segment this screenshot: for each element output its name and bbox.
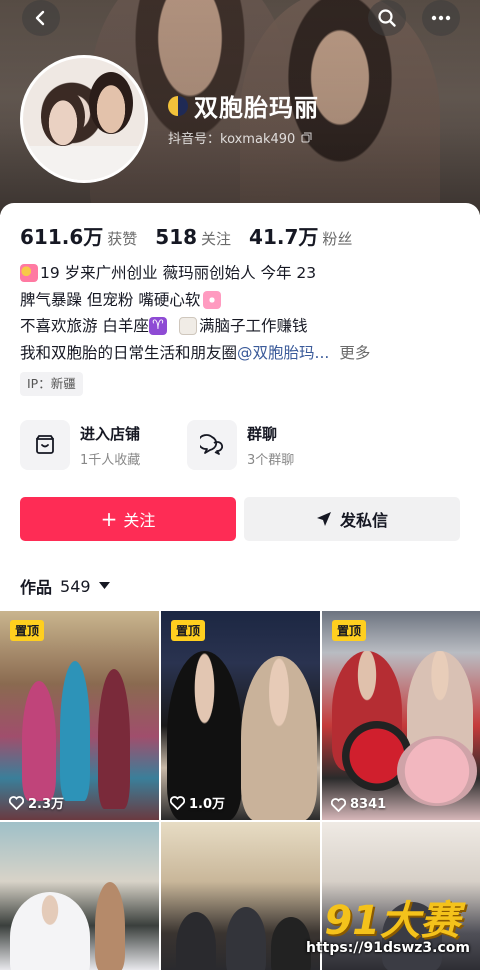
send-icon <box>316 512 331 526</box>
back-icon <box>35 10 45 26</box>
copy-icon[interactable] <box>301 132 312 143</box>
heart-icon <box>331 797 346 812</box>
douyin-id[interactable]: 抖音号：koxmak490 <box>168 128 312 147</box>
bio-line: 脾气暴躁 但宠粉 嘴硬心软 <box>20 287 460 314</box>
heart-icon <box>170 795 185 810</box>
like-count: 2.3万 <box>9 793 64 812</box>
stat-likes[interactable]: 611.6万 获赞 <box>20 221 137 250</box>
shop-subtitle: 1千人收藏 <box>80 452 141 468</box>
ip-location-tag: IP：新疆 <box>20 372 83 396</box>
tab-works[interactable]: 作品 549 <box>20 574 110 598</box>
more-button[interactable] <box>422 0 460 36</box>
caret-down-icon <box>98 582 110 589</box>
group-chat-subtitle: 3个群聊 <box>247 452 295 468</box>
video-tile[interactable]: 置顶 1.0万 <box>161 611 320 820</box>
watermark-logo: 91大赛 <box>324 898 460 944</box>
bio-line: 不喜欢旅游 白羊座 ♈ 满脑子工作赚钱 <box>20 317 308 336</box>
bio: 19 岁来广州创业 薇玛丽创始人 今年 23 脾气暴躁 但宠粉 嘴硬心软 不喜欢… <box>20 260 460 366</box>
pinned-badge: 置顶 <box>10 620 45 641</box>
chat-bubble-icon <box>200 434 223 455</box>
bio-line: 我和双胞胎的日常生活和朋友圈 @双胞胎玛... 更多 <box>20 340 460 367</box>
back-button[interactable] <box>22 0 60 36</box>
nickname: 双胞胎玛丽 <box>194 94 319 122</box>
shop-entry[interactable]: 进入店铺 1千人收藏 <box>20 420 140 470</box>
watermark-url: https://91dswz3.com <box>305 940 470 956</box>
mention-link[interactable]: @双胞胎玛... <box>237 340 329 367</box>
site-watermark: 91大赛 https://91dswz3.com <box>298 888 480 970</box>
couple-emoji-icon <box>20 264 38 283</box>
shop-title: 进入店铺 <box>80 424 141 443</box>
sheep-emoji-icon <box>178 317 197 336</box>
stat-followers[interactable]: 41.7万 粉丝 <box>249 221 352 250</box>
heart-icon <box>9 795 24 810</box>
pinned-badge: 置顶 <box>171 620 206 641</box>
nickname-row: 双胞胎玛丽 <box>168 88 319 123</box>
video-tile[interactable]: 置顶 2.3万 <box>0 611 159 820</box>
bio-more-button[interactable]: 更多 <box>339 340 370 367</box>
avatar[interactable] <box>20 55 148 183</box>
aries-emoji-icon: ♈ <box>148 317 167 336</box>
pinned-badge: 置顶 <box>332 620 367 641</box>
search-icon <box>378 9 396 27</box>
video-tile[interactable] <box>0 822 159 970</box>
video-tile[interactable]: 置顶 8341 <box>322 611 480 820</box>
flower-emoji-icon <box>203 290 222 309</box>
profile-cover: 双胞胎玛丽 抖音号：koxmak490 <box>0 0 480 215</box>
bio-line: 19 岁来广州创业 薇玛丽创始人 今年 23 <box>20 260 460 287</box>
shop-icon <box>36 435 54 454</box>
stat-following[interactable]: 518 关注 <box>155 225 231 249</box>
video-tile[interactable] <box>161 822 320 970</box>
like-count: 1.0万 <box>170 793 225 812</box>
group-chat-title: 群聊 <box>247 424 278 443</box>
stats-row: 611.6万 获赞 518 关注 41.7万 粉丝 <box>20 221 352 250</box>
more-icon <box>431 15 451 21</box>
follow-button[interactable]: + 关注 <box>20 497 236 541</box>
like-count: 8341 <box>331 797 386 812</box>
message-button[interactable]: 发私信 <box>244 497 460 541</box>
plus-icon: + <box>100 507 118 531</box>
moon-badge-icon <box>168 95 188 116</box>
group-chat-entry[interactable]: 群聊 3个群聊 <box>187 420 294 470</box>
search-button[interactable] <box>368 0 406 36</box>
